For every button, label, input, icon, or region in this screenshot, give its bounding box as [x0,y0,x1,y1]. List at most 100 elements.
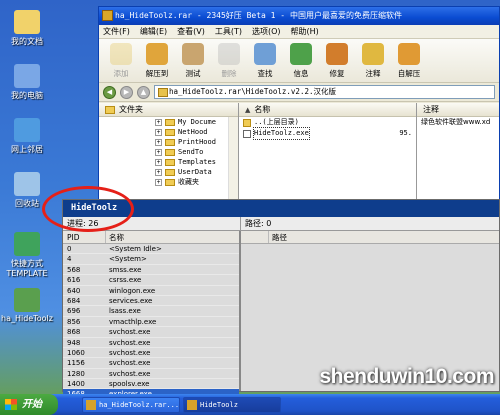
folder-icon [105,105,115,114]
name-column-header[interactable]: 名称 [106,231,239,243]
menu-item[interactable]: 工具(T) [215,25,242,38]
tree-item[interactable]: + NetHood [99,127,238,137]
folder-icon [165,168,175,176]
tree-item[interactable]: + Templates [99,157,238,167]
desktop-shortcut-icon [14,10,40,34]
tree-scrollbar[interactable] [228,117,238,201]
process-row[interactable]: 684 services.exe [63,295,239,307]
process-name: vmacthlp.exe [109,317,157,326]
process-row[interactable]: 1156 svchost.exe [63,358,239,369]
process-pid: 1156 [67,359,85,368]
process-name: winlogon.exe [109,286,156,295]
desktop-icon[interactable]: 我的电脑 [0,64,54,101]
toolbar-label: 添加 [113,69,129,78]
repair-icon [326,43,348,65]
desktop-icon[interactable]: 我的文档 [0,10,54,47]
comment-button[interactable]: 注释 [355,39,391,82]
process-row[interactable]: 948 svchost.exe [63,337,239,348]
info-button[interactable]: 信息 [283,39,319,82]
expand-icon[interactable]: + [155,138,162,146]
menu-bar: 文件(F) 编辑(E) 查看(V) 工具(T) 选项(O) 帮助(H) [99,25,499,39]
file-list[interactable]: ▲ 名称 ..(上层目录) HideToolz.exe 95. [239,103,417,201]
tree-item[interactable]: + UserData [99,167,238,177]
watermark: shenduwin10.com [319,365,494,388]
window-title: ha_HideToolz.rar - 2345好压 Beta 1 - 中国用户最… [115,11,402,20]
process-row[interactable]: 4 <System> [63,254,239,265]
process-name: svchost.exe [109,338,151,347]
process-name: svchost.exe [109,348,151,357]
repair-button[interactable]: 修复 [319,39,355,82]
toolbar-label: 自解压 [397,69,421,78]
folder-icon [165,118,175,126]
comment-pane: 注释 绿色软件联盟www.xd [417,103,499,201]
toolbar-label: 修复 [329,69,345,78]
menu-item[interactable]: 选项(O) [252,25,281,38]
tree-item[interactable]: + PrintHood [99,137,238,147]
path-column-header[interactable]: 路径 [269,231,499,243]
process-row[interactable]: 1280 svchost.exe [63,368,239,380]
menu-item[interactable]: 查看(V) [177,25,205,38]
expand-icon[interactable]: + [155,148,162,156]
process-row[interactable]: 868 svchost.exe [63,327,239,338]
process-name: csrss.exe [109,276,142,285]
process-row[interactable]: 568 smss.exe [63,264,239,276]
taskbar-item-hidetoolz[interactable]: HideToolz [183,396,281,413]
menu-item[interactable]: 编辑(E) [140,25,167,38]
process-row[interactable]: 1060 svchost.exe [63,347,239,359]
process-row[interactable]: 696 lsass.exe [63,306,239,317]
process-pid: 856 [67,317,81,326]
process-row[interactable]: 0 <System Idle> [63,244,239,255]
delete-button[interactable]: 删除 [211,39,247,82]
tree-item-label: PrintHood [178,138,216,146]
forward-arrow-icon[interactable]: ▶ [120,85,133,99]
sfx-button[interactable]: 自解压 [391,39,427,82]
up-arrow-icon[interactable]: ▲ [137,85,150,99]
desktop-icon[interactable]: 网上邻居 [0,118,54,155]
folder-tree[interactable]: 文件夹 + My Docume + NetHood + PrintHood + SendTo +… [99,103,239,201]
address-field[interactable]: ha_HideToolz.rar\HideToolz.v2.2.汉化版 [154,85,495,99]
comment-text: 绿色软件联盟www.xd [421,118,491,126]
start-button[interactable]: 开始 [0,394,58,415]
hidetoolz-window[interactable]: HideToolz 进程: 26 路径: 0 PID 名称 0 <System I… [62,199,500,400]
process-row[interactable]: 640 winlogon.exe [63,285,239,296]
winrar-window[interactable]: ha_HideToolz.rar - 2345好压 Beta 1 - 中国用户最… [98,6,500,202]
file-row[interactable]: ..(上层目录) [239,117,416,128]
archive-icon [86,399,96,410]
windows-logo-icon [5,399,17,410]
address-bar: ◀ ▶ ▲ ha_HideToolz.rar\HideToolz.v2.2.汉化… [99,83,499,102]
tree-item-label: My Docume [178,118,216,126]
tree-item[interactable]: + SendTo [99,147,238,157]
red-highlight-circle [42,186,134,232]
pid-column-header[interactable]: PID [63,231,106,243]
winrar-titlebar[interactable]: ha_HideToolz.rar - 2345好压 Beta 1 - 中国用户最… [99,7,499,25]
menu-item[interactable]: 文件(F) [103,25,130,38]
menu-item[interactable]: 帮助(H) [291,25,319,38]
desktop-shortcut-icon [14,118,40,142]
process-name: <System> [109,255,147,264]
expand-icon[interactable]: + [155,158,162,166]
process-row[interactable]: 1400 spoolsv.exe [63,379,239,390]
desktop-icon[interactable]: 快捷方式 TEMPLATE [0,232,54,278]
taskbar-item-winrar[interactable]: ha_HideToolz.rar... [82,396,180,413]
comment-icon [362,43,384,65]
find-button[interactable]: 查找 [247,39,283,82]
process-pid: 616 [67,276,81,285]
find-icon [254,43,276,65]
tree-item[interactable]: + 收藏夹 [99,177,238,187]
process-row[interactable]: 616 csrss.exe [63,275,239,286]
expand-icon[interactable]: + [155,128,162,136]
folder-icon [165,128,175,136]
extract-button[interactable]: 解压到 [139,39,175,82]
expand-icon[interactable]: + [155,168,162,176]
back-arrow-icon[interactable]: ◀ [103,85,116,99]
column-name-header[interactable]: ▲ 名称 [239,103,416,117]
expand-icon[interactable]: + [155,178,162,186]
add-button[interactable]: 添加 [103,39,139,82]
tree-item[interactable]: + My Docume [99,117,238,127]
test-button[interactable]: 测试 [175,39,211,82]
process-list[interactable]: PID 名称 0 <System Idle> 4 <System> 568 smss.ex… [63,231,241,400]
file-row[interactable]: HideToolz.exe 95. [239,127,416,140]
process-row[interactable]: 856 vmacthlp.exe [63,316,239,328]
desktop-icon[interactable]: ha_HideToolz [0,288,54,323]
expand-icon[interactable]: + [155,118,162,126]
